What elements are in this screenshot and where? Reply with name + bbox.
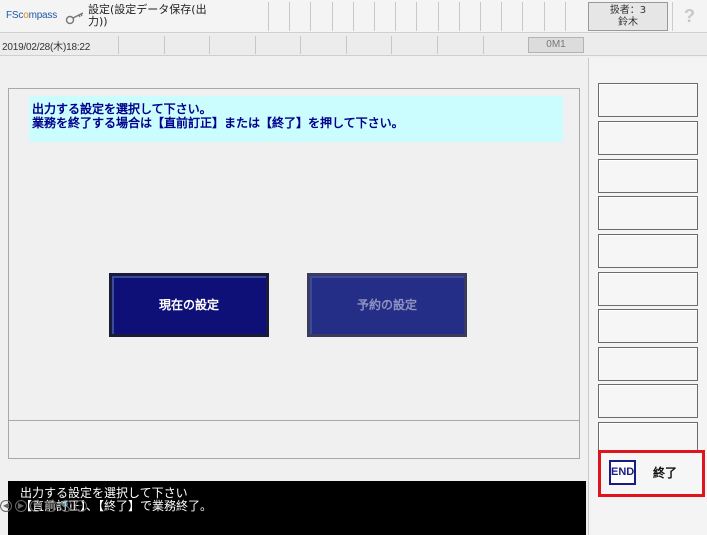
function-key-9[interactable] — [598, 384, 698, 418]
operator-info: 扱者：3 鈴木 — [588, 2, 668, 31]
screen-title: 設定(設定データ保存(出 力)) — [88, 3, 207, 28]
instruction-line: 業務を終了する場合は【直前訂正】または【終了】を押して下さい。 — [32, 116, 404, 130]
grid-icon[interactable]: ▦ — [45, 500, 57, 512]
date-time: 2019/02/28(木)18:22 — [2, 42, 91, 53]
prev-icon[interactable]: ◀ — [0, 500, 12, 512]
operator-id: 扱者：3 — [609, 5, 647, 16]
function-key-5[interactable] — [598, 234, 698, 268]
help-button[interactable]: ? — [672, 2, 706, 31]
function-key-1[interactable] — [598, 83, 698, 117]
instruction-box: 出力する設定を選択して下さい。 業務を終了する場合は【直前訂正】または【終了】を… — [29, 96, 563, 142]
title-bar: FScompass 設定(設定データ保存(出 力)) 扱者：3 鈴木 ? — [0, 0, 707, 33]
fscompass-logo: FScompass — [6, 10, 57, 21]
bottom-strip — [8, 421, 580, 459]
minus-icon[interactable]: − — [75, 500, 87, 512]
end-icon: END — [609, 460, 636, 485]
message-line: 【直前訂正】、【終了】で業務終了。 — [20, 499, 213, 513]
end-label: 終了 — [653, 466, 678, 480]
logo-text-part: FSc — [6, 10, 24, 21]
main-panel: 出力する設定を選択して下さい。 業務を終了する場合は【直前訂正】または【終了】を… — [8, 88, 580, 421]
function-key-2[interactable] — [598, 121, 698, 155]
key-icon — [65, 12, 84, 25]
status-bar: 2019/02/28(木)18:22 0M1 — [0, 34, 707, 56]
zoom-icon[interactable]: 🔍 — [60, 500, 72, 512]
header-grid — [268, 2, 586, 31]
next-icon[interactable]: ▶ — [15, 500, 27, 512]
function-key-8[interactable] — [598, 347, 698, 381]
edit-icon[interactable]: ✎ — [30, 500, 42, 512]
mode-indicator: 0M1 — [528, 37, 584, 53]
function-key-4[interactable] — [598, 196, 698, 230]
status-grid — [118, 36, 528, 54]
logo-text-part: mpass — [28, 10, 58, 21]
operator-name: 鈴木 — [618, 17, 638, 28]
instruction-line: 出力する設定を選択して下さい。 — [32, 102, 212, 116]
function-key-6[interactable] — [598, 272, 698, 306]
control-icons: ◀ ▶ ✎ ▦ 🔍 − — [0, 500, 87, 514]
function-key-3[interactable] — [598, 159, 698, 193]
message-bar: 出力する設定を選択して下さい 【直前訂正】、【終了】で業務終了。 — [8, 481, 586, 535]
reserved-settings-button[interactable]: 予約の設定 — [307, 273, 467, 337]
end-button[interactable]: END 終了 — [598, 450, 705, 497]
function-key-7[interactable] — [598, 309, 698, 343]
current-settings-button[interactable]: 現在の設定 — [109, 273, 269, 337]
